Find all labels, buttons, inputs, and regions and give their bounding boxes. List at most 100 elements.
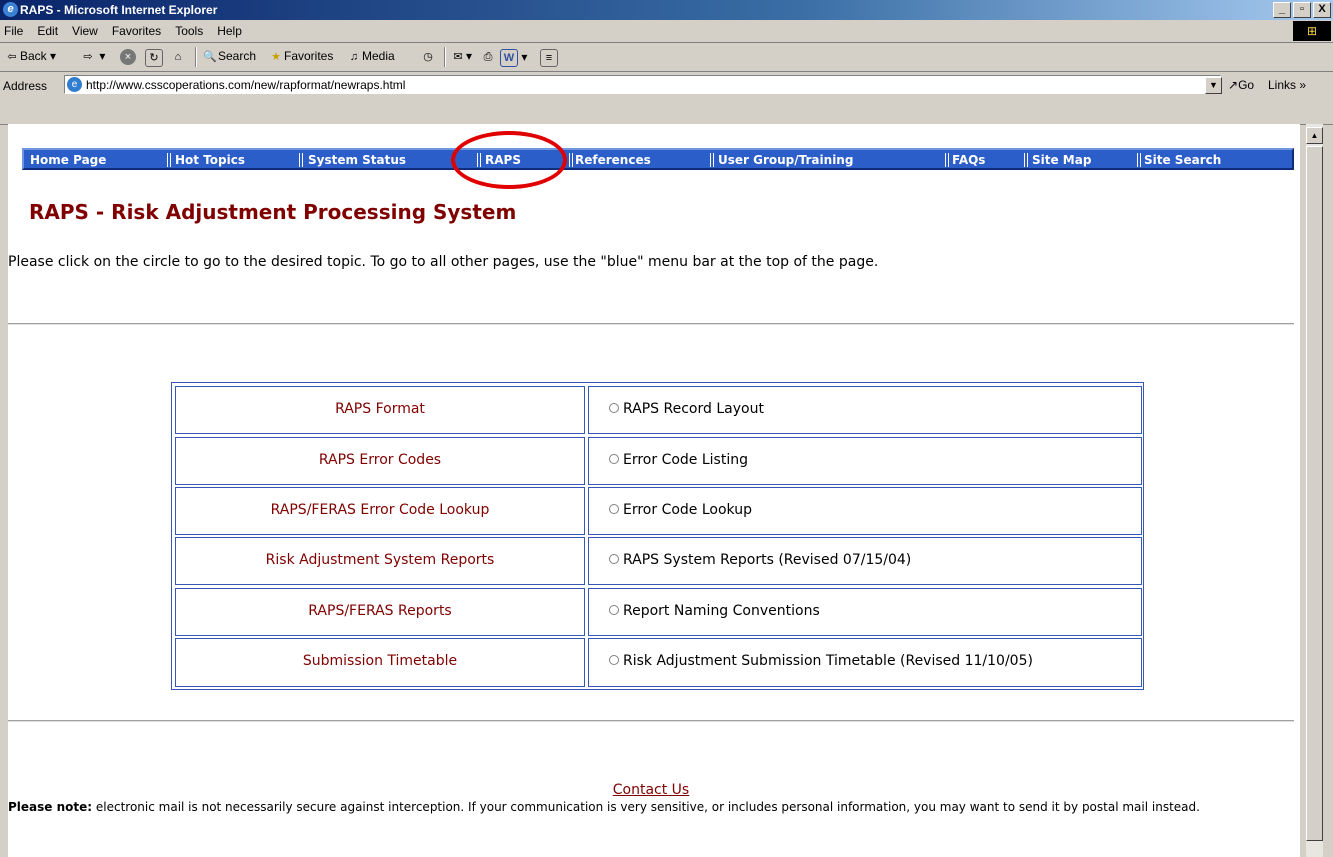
home-button[interactable]: ⌂ bbox=[170, 49, 186, 65]
topic-link-cell[interactable]: Report Naming Conventions bbox=[588, 588, 1142, 636]
topic-label: RAPS Format bbox=[335, 401, 425, 417]
page-content: Home Page Hot Topics System Status RAPS … bbox=[8, 124, 1300, 857]
topic-link-label: Report Naming Conventions bbox=[623, 603, 820, 619]
favorites-label: Favorites bbox=[284, 49, 334, 64]
red-highlight-circle bbox=[451, 131, 567, 189]
nav-divider bbox=[1024, 153, 1025, 167]
topic-link-cell[interactable]: RAPS System Reports (Revised 07/15/04) bbox=[588, 537, 1142, 585]
security-note: Please note: electronic mail is not nece… bbox=[8, 799, 1290, 815]
nav-divider bbox=[713, 153, 714, 167]
intro-text: Please click on the circle to go to the … bbox=[8, 254, 879, 270]
topic-cell: Risk Adjustment System Reports bbox=[175, 537, 585, 585]
menu-tools[interactable]: Tools bbox=[175, 24, 203, 38]
radio-circle-icon[interactable] bbox=[609, 655, 619, 665]
address-dropdown-button[interactable]: ▼ bbox=[1205, 77, 1222, 94]
address-bar: Address e http://www.csscoperations.com/… bbox=[0, 72, 1333, 125]
menu-help[interactable]: Help bbox=[217, 24, 242, 38]
menu-bar: File Edit View Favorites Tools Help ⊞ bbox=[0, 20, 1333, 43]
address-url: http://www.csscoperations.com/new/rapfor… bbox=[86, 78, 406, 92]
topic-cell: RAPS Error Codes bbox=[175, 437, 585, 485]
address-label: Address bbox=[3, 79, 48, 93]
nav-divider bbox=[945, 153, 946, 167]
topic-link-cell[interactable]: RAPS Record Layout bbox=[588, 386, 1142, 434]
scrollbar-thumb[interactable] bbox=[1306, 146, 1323, 841]
radio-circle-icon[interactable] bbox=[609, 403, 619, 413]
nav-divider bbox=[299, 153, 300, 167]
topic-cell: RAPS/FERAS Error Code Lookup bbox=[175, 487, 585, 535]
refresh-button[interactable]: ↻ bbox=[145, 49, 163, 67]
stop-button[interactable]: × bbox=[120, 49, 136, 65]
page-title: RAPS - Risk Adjustment Processing System bbox=[29, 200, 517, 224]
print-button[interactable]: ⎙ bbox=[480, 49, 496, 65]
nav-hot-topics[interactable]: Hot Topics bbox=[175, 153, 245, 167]
menu-file[interactable]: File bbox=[4, 24, 23, 38]
nav-faqs[interactable]: FAQs bbox=[952, 153, 985, 167]
topic-cell: RAPS/FERAS Reports bbox=[175, 588, 585, 636]
scroll-up-arrow-icon[interactable]: ▲ bbox=[1306, 127, 1323, 144]
forward-button[interactable]: ⇨ ▾ bbox=[80, 49, 105, 65]
menu-edit[interactable]: Edit bbox=[37, 24, 58, 38]
discuss-icon: ≡ bbox=[540, 49, 558, 67]
nav-site-search[interactable]: Site Search bbox=[1144, 153, 1221, 167]
nav-references[interactable]: References bbox=[575, 153, 651, 167]
favorites-icon: ★ bbox=[271, 51, 281, 63]
nav-divider bbox=[1137, 153, 1138, 167]
internet-explorer-icon: e bbox=[3, 2, 18, 17]
go-button[interactable]: ↗Go bbox=[1228, 78, 1254, 92]
search-icon: 🔍 bbox=[203, 51, 217, 63]
topic-link-cell[interactable]: Error Code Lookup bbox=[588, 487, 1142, 535]
address-input[interactable]: e http://www.csscoperations.com/new/rapf… bbox=[64, 75, 1221, 94]
word-edit-icon: W bbox=[500, 49, 518, 67]
topic-link-label: Risk Adjustment Submission Timetable (Re… bbox=[623, 653, 1033, 669]
back-label: Back bbox=[20, 49, 47, 64]
back-button[interactable]: ⇦ Back ▾ bbox=[4, 49, 56, 65]
nav-divider bbox=[302, 153, 303, 167]
nav-site-map[interactable]: Site Map bbox=[1032, 153, 1091, 167]
mail-icon: ✉ bbox=[453, 51, 463, 63]
radio-circle-icon[interactable] bbox=[609, 454, 619, 464]
close-button[interactable]: X bbox=[1313, 2, 1331, 18]
nav-home-page[interactable]: Home Page bbox=[30, 153, 106, 167]
nav-divider bbox=[167, 153, 168, 167]
favorites-button[interactable]: ★ Favorites bbox=[268, 49, 333, 65]
history-button[interactable]: ◷ bbox=[420, 49, 436, 65]
print-icon: ⎙ bbox=[483, 51, 493, 63]
horizontal-rule bbox=[8, 323, 1294, 325]
menu-favorites[interactable]: Favorites bbox=[112, 24, 161, 38]
refresh-icon: ↻ bbox=[145, 49, 163, 67]
media-button[interactable]: ♫ Media bbox=[346, 49, 395, 65]
windows-logo-icon: ⊞ bbox=[1293, 21, 1331, 41]
menu-view[interactable]: View bbox=[72, 24, 98, 38]
topic-link-cell[interactable]: Risk Adjustment Submission Timetable (Re… bbox=[588, 638, 1142, 687]
history-icon: ◷ bbox=[423, 51, 433, 63]
vertical-scrollbar[interactable]: ▲ bbox=[1306, 124, 1323, 857]
edit-button[interactable]: W ▾ bbox=[500, 49, 527, 67]
topic-link-cell[interactable]: Error Code Listing bbox=[588, 437, 1142, 485]
mail-button[interactable]: ✉ ▾ bbox=[450, 49, 472, 65]
nav-divider bbox=[569, 153, 570, 167]
discuss-button[interactable]: ≡ bbox=[540, 49, 558, 67]
topic-cell: RAPS Format bbox=[175, 386, 585, 434]
contact-us-link[interactable]: Contact Us bbox=[8, 782, 1294, 798]
nav-divider bbox=[1027, 153, 1028, 167]
blue-menu-bar: Home Page Hot Topics System Status RAPS … bbox=[22, 148, 1294, 170]
home-icon: ⌂ bbox=[174, 51, 182, 63]
search-button[interactable]: 🔍Search bbox=[202, 49, 256, 65]
search-label: Search bbox=[218, 49, 257, 64]
links-button[interactable]: Links » bbox=[1268, 78, 1306, 92]
window-title-bar: e RAPS - Microsoft Internet Explorer _ ▫… bbox=[0, 0, 1333, 20]
minimize-button[interactable]: _ bbox=[1273, 2, 1291, 18]
horizontal-rule bbox=[8, 720, 1294, 722]
nav-user-group-training[interactable]: User Group/Training bbox=[718, 153, 853, 167]
nav-system-status[interactable]: System Status bbox=[308, 153, 406, 167]
media-label: Media bbox=[362, 49, 395, 64]
radio-circle-icon[interactable] bbox=[609, 504, 619, 514]
topic-link-label: RAPS Record Layout bbox=[623, 401, 764, 417]
nav-divider bbox=[710, 153, 711, 167]
topic-label: Risk Adjustment System Reports bbox=[265, 552, 495, 568]
nav-divider bbox=[170, 153, 171, 167]
topic-cell: Submission Timetable bbox=[175, 638, 585, 687]
radio-circle-icon[interactable] bbox=[609, 605, 619, 615]
radio-circle-icon[interactable] bbox=[609, 554, 619, 564]
maximize-button[interactable]: ▫ bbox=[1293, 2, 1311, 18]
